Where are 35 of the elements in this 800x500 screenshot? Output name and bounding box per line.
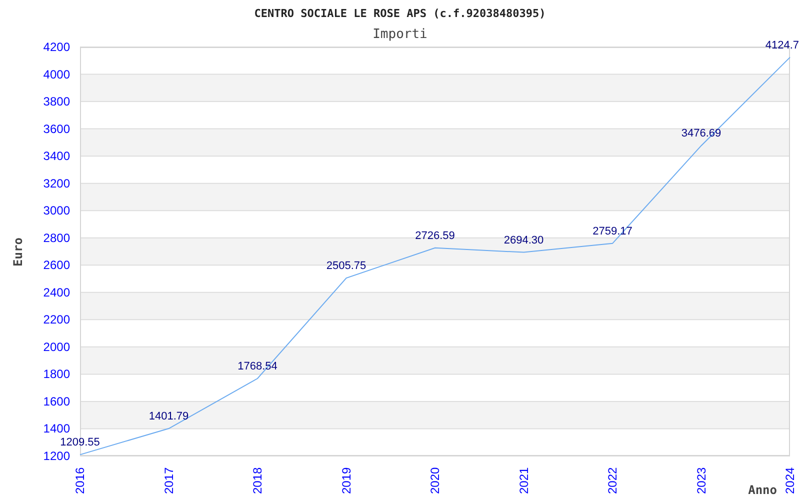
axis-title: Anno [748, 483, 777, 497]
data-label: 2694.30 [504, 234, 544, 246]
data-label: 2726.59 [415, 230, 455, 242]
y-tick-label: 2200 [43, 312, 70, 327]
y-tick-label: 3200 [43, 176, 70, 190]
chart-title: CENTRO SOCIALE LE ROSE APS (c.f.92038480395) [254, 7, 546, 20]
data-label: 1401.79 [148, 410, 189, 422]
x-tick-label: 2017 [162, 467, 176, 494]
y-tick-label: 1600 [43, 394, 70, 408]
x-tick-label: 2022 [606, 467, 620, 494]
y-tick-label: 3000 [43, 204, 70, 218]
x-tick-label: 2024 [783, 467, 797, 494]
data-label: 4124.7 [765, 39, 799, 52]
y-tick-label: 4000 [43, 67, 70, 82]
x-tick-label: 2023 [694, 467, 708, 494]
data-label: 2505.75 [326, 260, 366, 272]
axis-title: Euro [11, 238, 25, 266]
x-tick-label: 2018 [250, 467, 264, 494]
chart-subtitle: Importi [372, 27, 428, 42]
y-tick-label: 2600 [43, 258, 70, 272]
y-tick-label: 2000 [43, 340, 70, 354]
x-tick-label: 2020 [428, 467, 442, 494]
x-tick-label: 2019 [339, 467, 354, 494]
y-tick-label: 1400 [43, 422, 70, 436]
y-tick-label: 2800 [43, 230, 70, 245]
y-tick-label: 4200 [43, 40, 70, 54]
y-tick-label: 1200 [43, 449, 70, 463]
data-label: 1209.55 [60, 436, 100, 449]
y-tick-label: 1800 [43, 367, 70, 382]
y-tick-label: 3400 [43, 149, 70, 164]
y-tick-label: 2400 [43, 285, 70, 300]
x-tick-label: 2021 [516, 467, 531, 494]
y-tick-label: 3800 [43, 94, 70, 109]
x-tick-label: 2016 [73, 467, 87, 494]
y-tick-label: 3600 [43, 122, 70, 136]
